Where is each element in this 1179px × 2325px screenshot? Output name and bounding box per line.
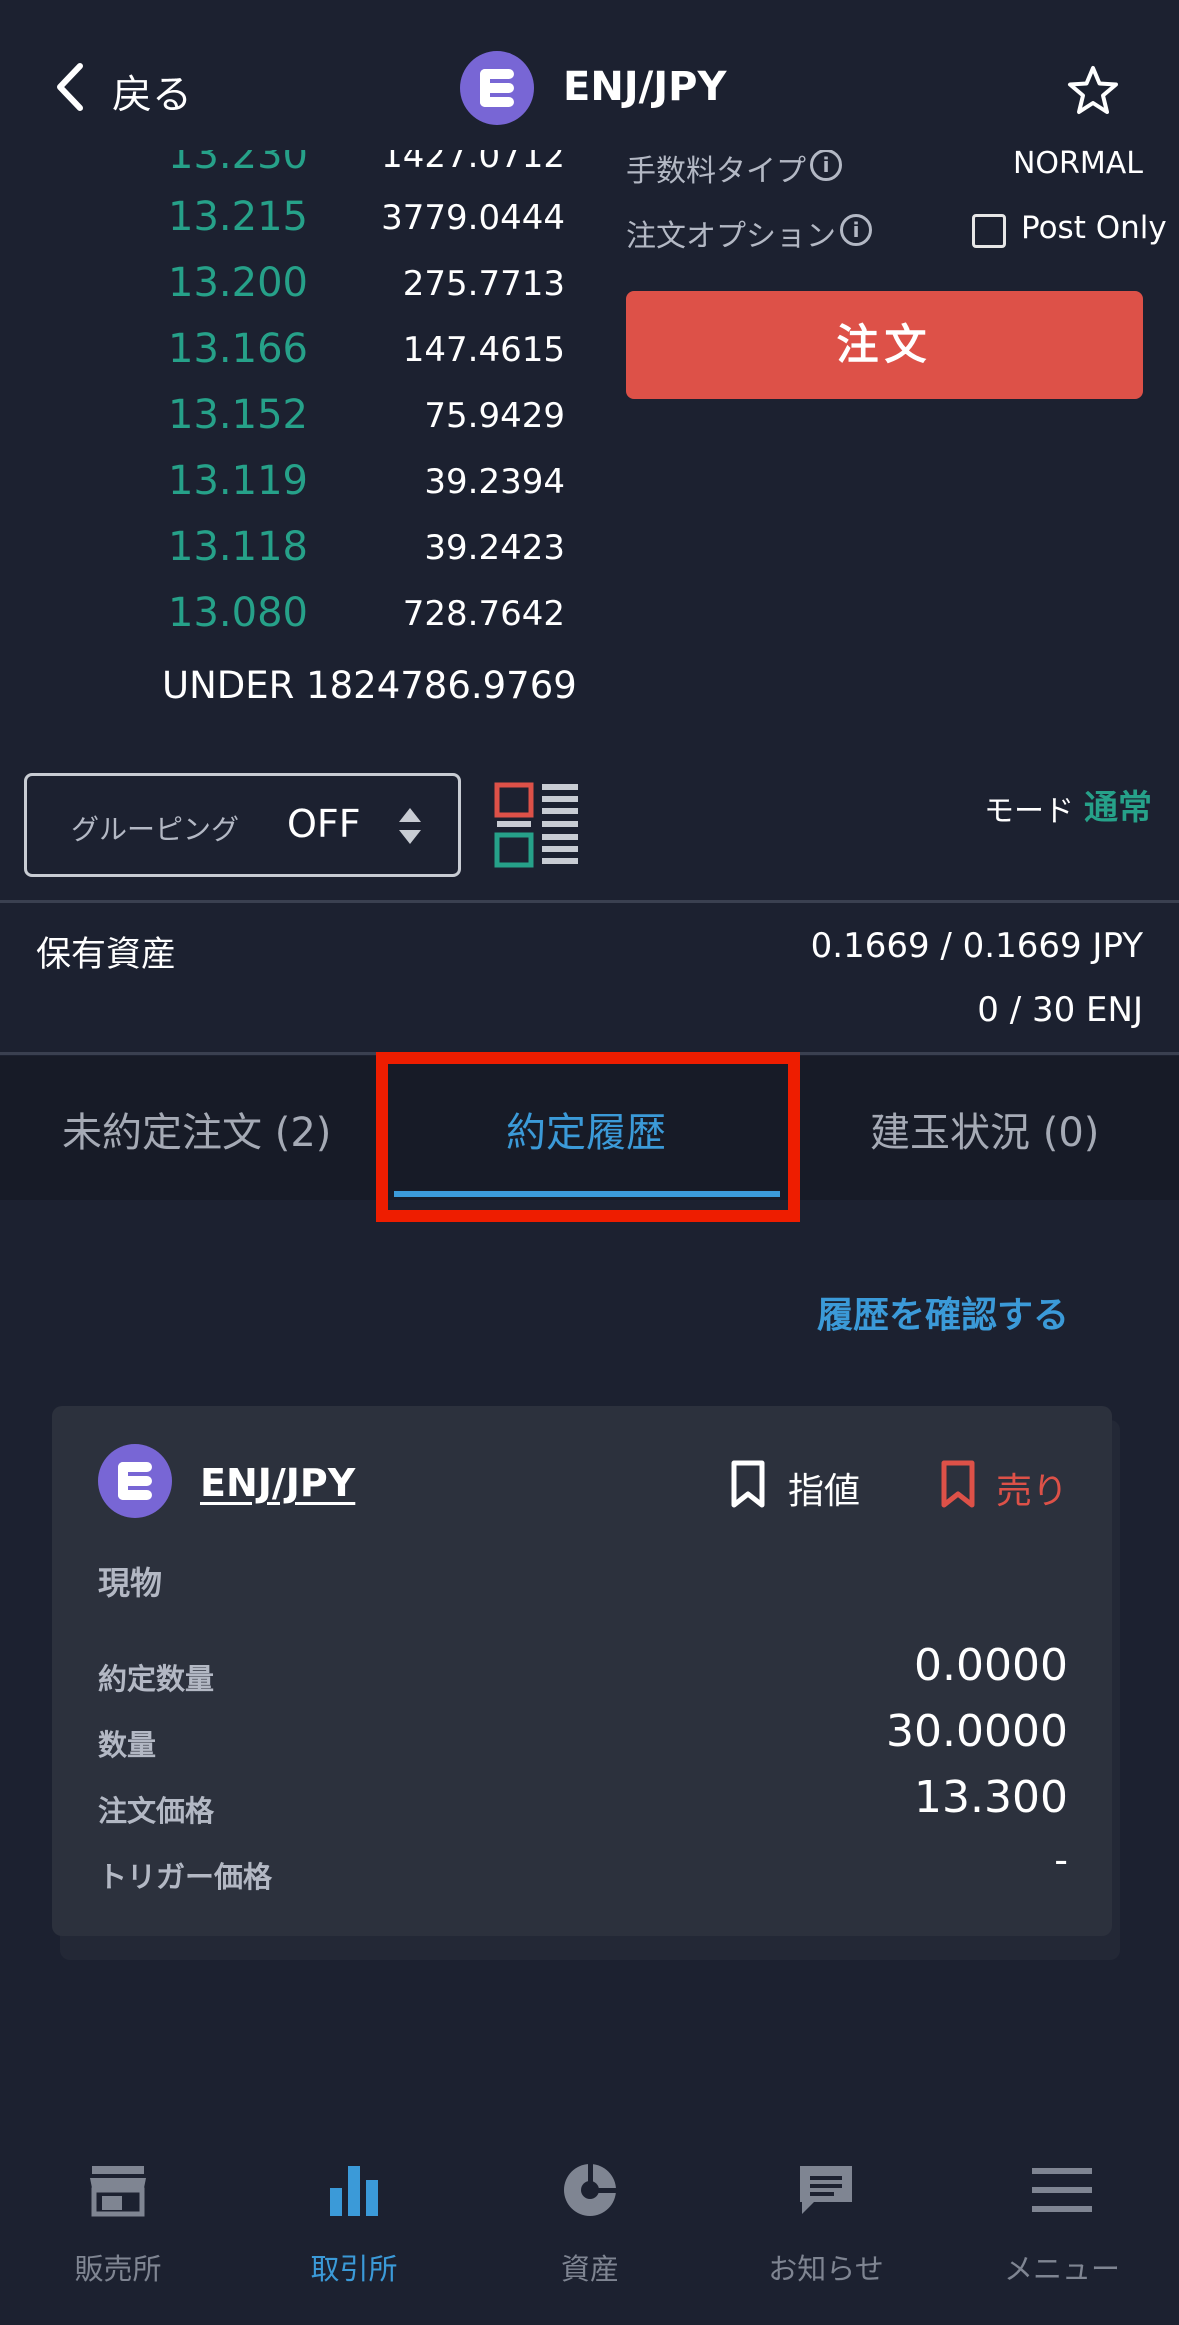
holdings-label: 保有資産 (36, 935, 177, 975)
trade-card[interactable]: ENJ/JPY 指値 売り 現物 約定数量 0.0000 数量 30.0000 … (52, 1406, 1112, 1936)
qty-value: 30.0000 (886, 1706, 1068, 1757)
view-history-link[interactable]: 履歴を確認する (817, 1286, 1069, 1338)
nav-item-menu[interactable]: メニュー (944, 2140, 1179, 2325)
post-only-checkbox[interactable] (972, 214, 1006, 248)
nav-item-news[interactable]: お知らせ (708, 2140, 944, 2325)
grouping-select[interactable]: グルーピング OFF (24, 773, 461, 877)
tab-open-orders[interactable]: 未約定注文 (2) (62, 1100, 331, 1158)
fee-type-value: NORMAL (1012, 146, 1143, 181)
bottom-nav: 販売所 取引所 資産 お知らせ メニュー (0, 2140, 1179, 2325)
tab-positions[interactable]: 建玉状況 (0) (870, 1100, 1099, 1158)
orderbook-price: 13.119 (168, 458, 308, 504)
bookmark-icon (731, 1460, 765, 1508)
orderbook-qty: 147.4615 (402, 330, 565, 370)
qty-label: 数量 (98, 1728, 157, 1762)
orderbook-row[interactable]: 13.118 39.2423 (0, 524, 580, 584)
orderbook-price: 13.080 (168, 590, 308, 636)
enj-coin-icon (460, 51, 534, 125)
grouping-value: OFF (287, 802, 361, 846)
orderbook-qty: 728.7642 (402, 594, 565, 634)
nav-item-exchange[interactable]: 取引所 (236, 2140, 472, 2325)
nav-label: お知らせ (768, 2252, 884, 2286)
orderbook-qty: 3779.0444 (381, 198, 565, 238)
post-only-label[interactable]: Post Only (1021, 210, 1167, 246)
bookmark-icon (941, 1460, 975, 1508)
holdings-jpy: 0.1669 / 0.1669 JPY (810, 926, 1143, 966)
order-category: 現物 (98, 1564, 163, 1602)
orderbook-qty: 275.7713 (402, 264, 565, 304)
enj-coin-icon (98, 1444, 172, 1518)
highlight-box (376, 1052, 800, 1222)
nav-item-store[interactable]: 販売所 (0, 2140, 236, 2325)
card-pair-link[interactable]: ENJ/JPY (200, 1461, 355, 1505)
orderbook-row[interactable]: 13.200 275.7713 (0, 260, 580, 320)
info-icon[interactable]: i (840, 214, 872, 246)
chevron-left-icon (57, 63, 83, 111)
orderbook-qty: 39.2423 (424, 528, 565, 568)
grouping-label: グルーピング (71, 813, 240, 846)
nav-label: 資産 (560, 2252, 619, 2286)
orderbook-qty: 39.2394 (424, 462, 565, 502)
mode-label: モード (984, 794, 1074, 829)
orderbook-price: 13.200 (168, 260, 308, 306)
star-icon[interactable] (1066, 64, 1120, 118)
orderbook-price: 13.152 (168, 392, 308, 438)
order-price-label: 注文価格 (98, 1794, 215, 1828)
trigger-price-value: - (1054, 1838, 1068, 1882)
trigger-price-label: トリガー価格 (98, 1860, 273, 1894)
orderbook-price: 13.215 (168, 194, 308, 240)
orderbook-under: UNDER 1824786.9769 (162, 664, 577, 707)
message-icon (800, 2166, 852, 2214)
divider (0, 900, 1179, 903)
order-side: 売り (996, 1471, 1069, 1512)
menu-icon (1032, 2168, 1092, 2212)
orderbook-row[interactable]: 13.215 3779.0444 (0, 194, 580, 254)
orderbook-price: 13.166 (168, 326, 308, 372)
orderbook-layout-icon[interactable] (494, 782, 580, 868)
orderbook-row[interactable]: 13.152 75.9429 (0, 392, 580, 452)
bar-chart-icon (330, 2166, 378, 2216)
nav-label: メニュー (1003, 2252, 1120, 2286)
pie-chart-icon (564, 2162, 620, 2216)
holdings-enj: 0 / 30 ENJ (977, 990, 1143, 1030)
order-price-value: 13.300 (914, 1772, 1068, 1823)
order-option-label: 注文オプション (626, 219, 836, 254)
order-type: 指値 (788, 1471, 861, 1512)
orderbook-row[interactable]: 13.166 147.4615 (0, 326, 580, 386)
orderbook-qty: 75.9429 (424, 396, 565, 436)
filled-qty-value: 0.0000 (914, 1640, 1068, 1691)
page-title: ENJ/JPY (563, 64, 727, 110)
back-label: 戻る (112, 72, 192, 118)
sort-updown-icon (399, 808, 421, 844)
nav-label: 取引所 (310, 2252, 398, 2286)
order-button[interactable]: 注文 (626, 291, 1143, 399)
filled-qty-label: 約定数量 (98, 1662, 215, 1696)
orderbook-price: 13.118 (168, 524, 308, 570)
fee-type-label: 手数料タイプ (626, 154, 806, 189)
mode-toggle[interactable]: 通常 (1084, 780, 1152, 829)
nav-item-assets[interactable]: 資産 (472, 2140, 708, 2325)
nav-label: 販売所 (74, 2252, 162, 2286)
store-icon (90, 2166, 146, 2217)
app-header: 戻る ENJ/JPY (0, 0, 1179, 150)
orderbook-row[interactable]: 13.080 728.7642 (0, 590, 580, 650)
orderbook-row[interactable]: 13.119 39.2394 (0, 458, 580, 518)
info-icon[interactable]: i (810, 149, 842, 181)
